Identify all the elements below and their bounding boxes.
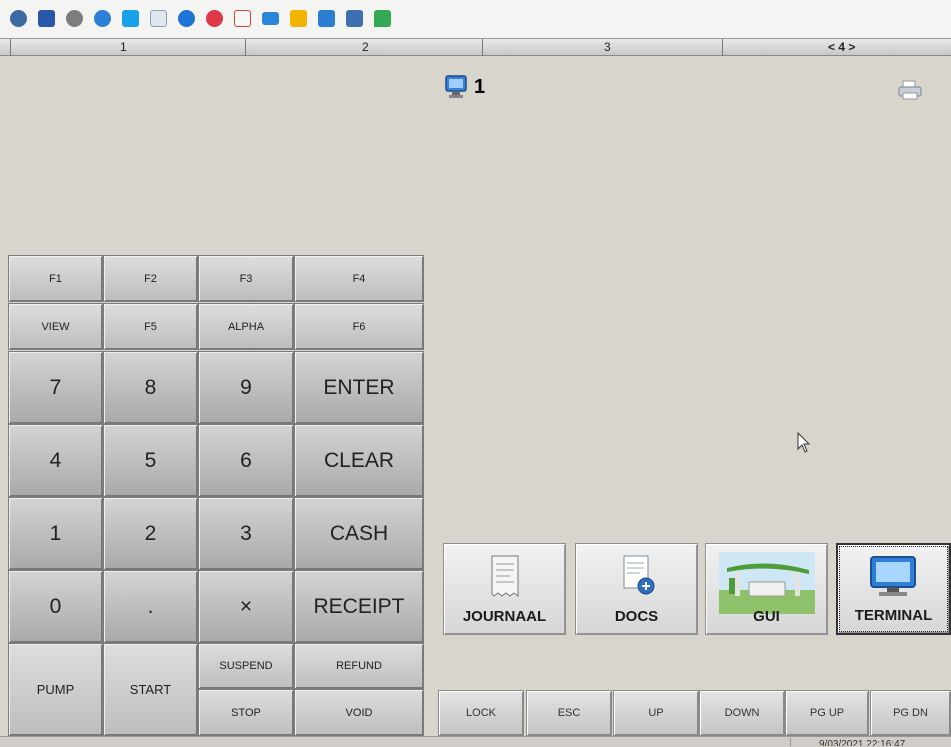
docs-tile[interactable]: DOCS: [575, 543, 698, 635]
station-number: 1: [474, 75, 486, 98]
camera-icon[interactable]: [318, 10, 335, 27]
refresh-icon[interactable]: [94, 10, 111, 27]
f1-key[interactable]: F1: [8, 255, 103, 302]
documents-icon: [623, 555, 654, 595]
chat-icon[interactable]: [374, 10, 391, 27]
ruler-tick: [722, 39, 723, 56]
ruler-mark-1[interactable]: 1: [120, 39, 127, 56]
digit-0-key[interactable]: 0: [8, 570, 103, 643]
digit-7-key[interactable]: 7: [8, 351, 103, 424]
top-toolbar: [0, 0, 951, 38]
digit-8-key[interactable]: 8: [103, 351, 198, 424]
digit-6-key[interactable]: 6: [198, 424, 294, 497]
void-key[interactable]: VOID: [294, 689, 424, 736]
monitor-icon[interactable]: [262, 12, 279, 25]
ruler-tick: [245, 39, 246, 56]
f3-key[interactable]: F3: [198, 255, 294, 302]
alpha-key[interactable]: ALPHA: [198, 303, 294, 350]
network-gear-icon[interactable]: [10, 10, 27, 27]
receipt-key[interactable]: RECEIPT: [294, 570, 424, 643]
refund-key[interactable]: REFUND: [294, 643, 424, 689]
gui-tile[interactable]: GUI: [705, 543, 828, 635]
pump-key[interactable]: PUMP: [8, 643, 103, 736]
terminal-tile[interactable]: TERMINAL: [836, 543, 951, 635]
page-down-button[interactable]: PG DN: [870, 690, 951, 736]
lock-button[interactable]: LOCK: [438, 690, 524, 736]
ruler-mark-4[interactable]: < 4 >: [828, 39, 855, 56]
f2-key[interactable]: F2: [103, 255, 198, 302]
stop-key[interactable]: STOP: [198, 689, 294, 736]
close-icon[interactable]: [206, 10, 223, 27]
f6-key[interactable]: F6: [294, 303, 424, 350]
gui-label: GUI: [753, 608, 780, 625]
down-button[interactable]: DOWN: [699, 690, 785, 736]
digit-3-key[interactable]: 3: [198, 497, 294, 570]
station-ruler: 1 2 3 < 4 >: [0, 38, 951, 56]
fullscreen-icon[interactable]: [38, 10, 55, 27]
journaal-tile[interactable]: JOURNAAL: [443, 543, 566, 635]
terminal-label: TERMINAL: [854, 607, 933, 624]
enter-key[interactable]: ENTER: [294, 351, 424, 424]
cash-key[interactable]: CASH: [294, 497, 424, 570]
monitor-icon: [869, 556, 916, 596]
clear-key[interactable]: CLEAR: [294, 424, 424, 497]
suspend-key[interactable]: SUSPEND: [198, 643, 294, 689]
gas-station-icon: [718, 552, 815, 614]
monitor-station-icon: [445, 75, 467, 98]
info-icon[interactable]: [178, 10, 195, 27]
windows-icon[interactable]: [122, 10, 139, 27]
document-icon[interactable]: [234, 10, 251, 27]
receipt-icon: [491, 555, 518, 597]
multiply-key[interactable]: ×: [198, 570, 294, 643]
page-up-button[interactable]: PG UP: [785, 690, 869, 736]
f5-key[interactable]: F5: [103, 303, 198, 350]
digit-1-key[interactable]: 1: [8, 497, 103, 570]
digit-4-key[interactable]: 4: [8, 424, 103, 497]
folder-icon[interactable]: [290, 10, 307, 27]
digit-2-key[interactable]: 2: [103, 497, 198, 570]
window-icon[interactable]: [150, 10, 167, 27]
esc-button[interactable]: ESC: [526, 690, 612, 736]
start-key[interactable]: START: [103, 643, 198, 736]
remote-desktop-icon[interactable]: [346, 10, 363, 27]
ruler-mark-2[interactable]: 2: [362, 39, 369, 56]
datetime-display: 9/03/2021 22:16:47: [790, 738, 951, 746]
settings-icon[interactable]: [66, 10, 83, 27]
digit-9-key[interactable]: 9: [198, 351, 294, 424]
mouse-cursor-icon: [797, 432, 811, 453]
digit-5-key[interactable]: 5: [103, 424, 198, 497]
ruler-mark-3[interactable]: 3: [604, 39, 611, 56]
f4-key[interactable]: F4: [294, 255, 424, 302]
printer-icon[interactable]: [897, 80, 923, 105]
view-key[interactable]: VIEW: [8, 303, 103, 350]
station-indicator: 1: [444, 74, 485, 100]
up-button[interactable]: UP: [613, 690, 699, 736]
decimal-point-key[interactable]: .: [103, 570, 198, 643]
ruler-tick: [10, 39, 11, 56]
docs-label: DOCS: [614, 608, 659, 625]
journaal-label: JOURNAAL: [462, 608, 547, 625]
ruler-tick: [482, 39, 483, 56]
